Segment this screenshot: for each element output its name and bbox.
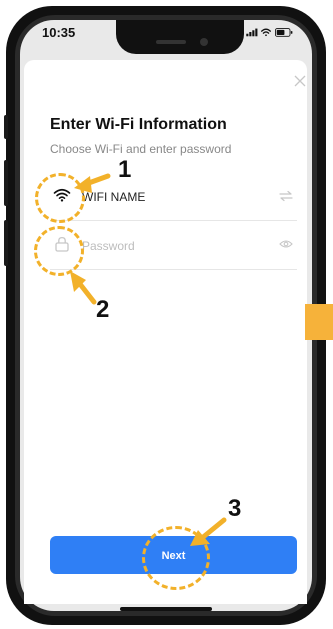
annotation-arrows	[70, 173, 227, 546]
annotation-arrow-1	[74, 173, 111, 193]
annotation-arrow-3	[190, 517, 227, 546]
annotation-arrow-2	[70, 271, 97, 305]
